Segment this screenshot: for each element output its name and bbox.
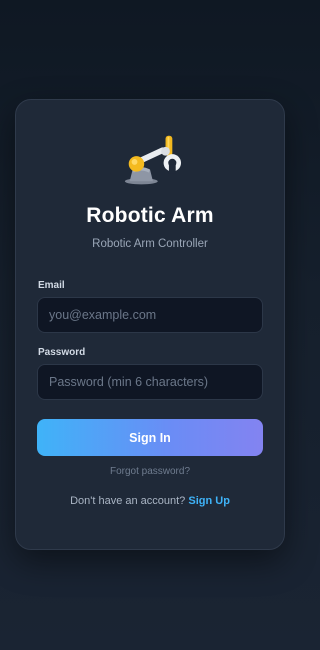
- app-subtitle: Robotic Arm Controller: [92, 238, 208, 250]
- app-title: Robotic Arm: [86, 204, 214, 227]
- robotic-arm-icon: [124, 135, 182, 185]
- password-label: Password: [38, 347, 86, 358]
- email-label: Email: [38, 280, 65, 291]
- login-card: Robotic Arm Robotic Arm Controller Email…: [15, 99, 285, 550]
- password-field[interactable]: [37, 364, 263, 400]
- sign-in-button[interactable]: Sign In: [37, 419, 263, 456]
- signup-row: Don't have an account? Sign Up: [16, 495, 284, 507]
- forgot-password-link[interactable]: Forgot password?: [16, 466, 284, 477]
- signup-prompt: Don't have an account?: [70, 495, 186, 507]
- email-field[interactable]: [37, 297, 263, 333]
- sign-up-link[interactable]: Sign Up: [188, 495, 230, 507]
